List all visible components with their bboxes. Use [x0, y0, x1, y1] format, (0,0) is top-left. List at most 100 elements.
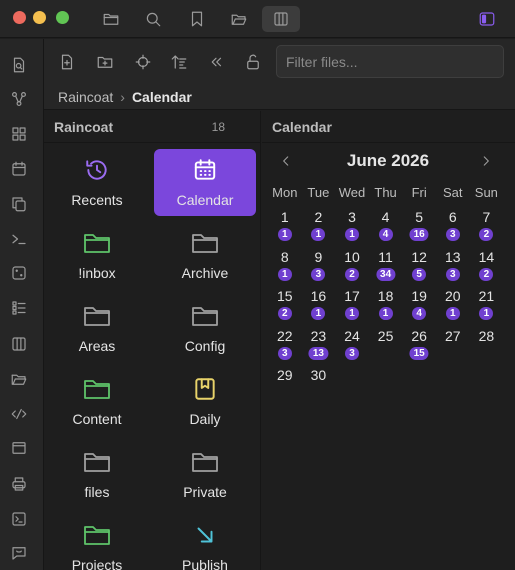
day-number: 24 — [344, 327, 360, 344]
calendar-day[interactable]: 11 34 — [369, 249, 403, 287]
calendar-day[interactable]: 72 — [470, 209, 504, 247]
collapse-icon[interactable] — [205, 51, 227, 73]
note-count-badge: 3 — [344, 346, 359, 360]
folder-tile-private[interactable]: Private — [154, 441, 256, 508]
calendar-day[interactable]: 18 1 — [369, 288, 403, 326]
calendar-day[interactable]: 14 2 — [470, 249, 504, 287]
bookmark-icon[interactable] — [184, 6, 210, 32]
crosshair-icon[interactable] — [132, 51, 154, 73]
calendar-day[interactable]: 19 4 — [402, 288, 436, 326]
calendar-day[interactable]: 13 3 — [436, 249, 470, 287]
folder-tile-label: files — [84, 484, 110, 500]
day-number: 6 — [448, 209, 457, 225]
folder-tile-config[interactable]: Config — [154, 295, 256, 362]
search-icon[interactable] — [140, 6, 166, 32]
window-icon[interactable] — [8, 437, 30, 459]
day-number: 28 — [478, 327, 495, 344]
calendar-icon[interactable] — [8, 158, 30, 180]
weekday-header: Mon Tue Wed Thu Fri Sat Sun — [268, 185, 508, 203]
day-number: 26 — [411, 327, 427, 344]
terminal-box-icon[interactable] — [8, 508, 30, 530]
terminal-icon[interactable] — [8, 228, 30, 250]
sidebar-toggle-icon[interactable] — [474, 6, 500, 32]
note-count-badge: 1 — [311, 228, 326, 241]
unlock-icon[interactable] — [242, 51, 264, 73]
folder-tile-files[interactable]: files — [46, 441, 148, 508]
weekday-label: Sat — [443, 185, 463, 200]
calendar-day[interactable]: 25 — [369, 328, 403, 366]
day-number: 13 — [444, 248, 461, 265]
copy-icon[interactable] — [8, 193, 30, 215]
folder-open-icon[interactable] — [226, 6, 252, 32]
calendar-day[interactable]: 44 — [369, 209, 403, 247]
folder-tile-inbox[interactable]: !inbox — [46, 222, 148, 289]
chat-icon[interactable] — [8, 542, 30, 564]
calendar-day[interactable]: 12 5 — [402, 249, 436, 287]
file-search-icon[interactable] — [8, 54, 30, 76]
calendar-week-row: 8 1 9 3 10 2 11 34 12 5 13 3 14 2 — [268, 249, 508, 287]
calendar-day[interactable]: 26 15 — [402, 328, 436, 366]
day-number: 3 — [348, 209, 356, 225]
folder-icon — [189, 448, 221, 476]
folder-tile-recents[interactable]: Recents — [46, 149, 148, 216]
folder-tile-daily[interactable]: Daily — [154, 368, 256, 435]
percent-code-icon[interactable] — [8, 403, 30, 425]
folder-tile-publish[interactable]: Publish — [154, 514, 256, 570]
weekday-label: Tue — [307, 185, 330, 200]
calendar-day[interactable]: 23 13 — [302, 328, 336, 366]
calendar-day[interactable]: 5 16 — [402, 209, 436, 247]
previous-month-button[interactable] — [276, 151, 296, 171]
maximize-window-button[interactable] — [56, 11, 69, 24]
grid-icon[interactable] — [8, 123, 30, 145]
calendar-day[interactable]: 21 — [302, 209, 336, 247]
day-number: 11 — [378, 248, 393, 265]
columns-icon[interactable] — [8, 333, 30, 355]
day-number: 12 — [411, 248, 427, 265]
new-note-icon[interactable] — [56, 51, 78, 73]
dice-icon[interactable] — [8, 262, 30, 284]
chevron-left-icon — [283, 156, 289, 166]
calendar-day[interactable]: 17 1 — [335, 288, 369, 326]
folder-tile-content[interactable]: Content — [46, 368, 148, 435]
note-count-badge: 1 — [311, 307, 326, 320]
breadcrumb-current: Calendar — [131, 89, 192, 105]
calendar-day[interactable]: 24 3 — [335, 328, 369, 366]
calendar-day[interactable]: 30 — [302, 367, 336, 405]
calendar-day[interactable]: 93 — [302, 249, 336, 287]
calendar-day[interactable]: 22 3 — [268, 328, 302, 366]
calendar-day[interactable]: 27 — [436, 328, 470, 366]
calendar-day[interactable]: 10 2 — [335, 249, 369, 287]
folder-open-icon[interactable] — [8, 368, 30, 390]
minimize-window-button[interactable] — [33, 11, 46, 24]
calendar-day[interactable]: 21 1 — [470, 288, 504, 326]
sort-icon[interactable] — [168, 51, 190, 73]
folder-pane-title: Raincoat — [54, 119, 114, 135]
calendar-day[interactable]: 11 — [268, 209, 302, 247]
folder-icon[interactable] — [98, 6, 124, 32]
calendar-day[interactable]: 15 2 — [268, 288, 302, 326]
next-month-button[interactable] — [476, 151, 496, 171]
folder-tile-projects[interactable]: Projects — [46, 514, 148, 570]
close-window-button[interactable] — [13, 11, 26, 24]
folder-tile-calendar[interactable]: Calendar — [154, 149, 256, 216]
file-explorer-toolbar — [44, 39, 515, 85]
columns-icon[interactable] — [262, 6, 300, 32]
folder-tile-archive[interactable]: Archive — [154, 222, 256, 289]
graph-icon[interactable] — [8, 88, 30, 110]
note-count-badge: 3 — [445, 228, 460, 241]
calendar-day[interactable]: 20 1 — [436, 288, 470, 326]
note-count-badge: 2 — [479, 267, 494, 281]
calendar-day[interactable]: 63 — [436, 209, 470, 247]
calendar-day[interactable]: 81 — [268, 249, 302, 287]
breadcrumb-parent[interactable]: Raincoat — [58, 89, 113, 105]
list-icon[interactable] — [8, 297, 30, 319]
new-folder-icon[interactable] — [94, 51, 116, 73]
folder-tile-areas[interactable]: Areas — [46, 295, 148, 362]
filter-files-input[interactable] — [276, 45, 504, 78]
calendar-day[interactable]: 29 — [268, 367, 302, 405]
folder-tile-label: Recents — [71, 192, 123, 208]
print-icon[interactable] — [8, 473, 30, 495]
calendar-day[interactable]: 16 1 — [302, 288, 336, 326]
calendar-day[interactable]: 31 — [335, 209, 369, 247]
calendar-day[interactable]: 28 — [470, 328, 504, 366]
